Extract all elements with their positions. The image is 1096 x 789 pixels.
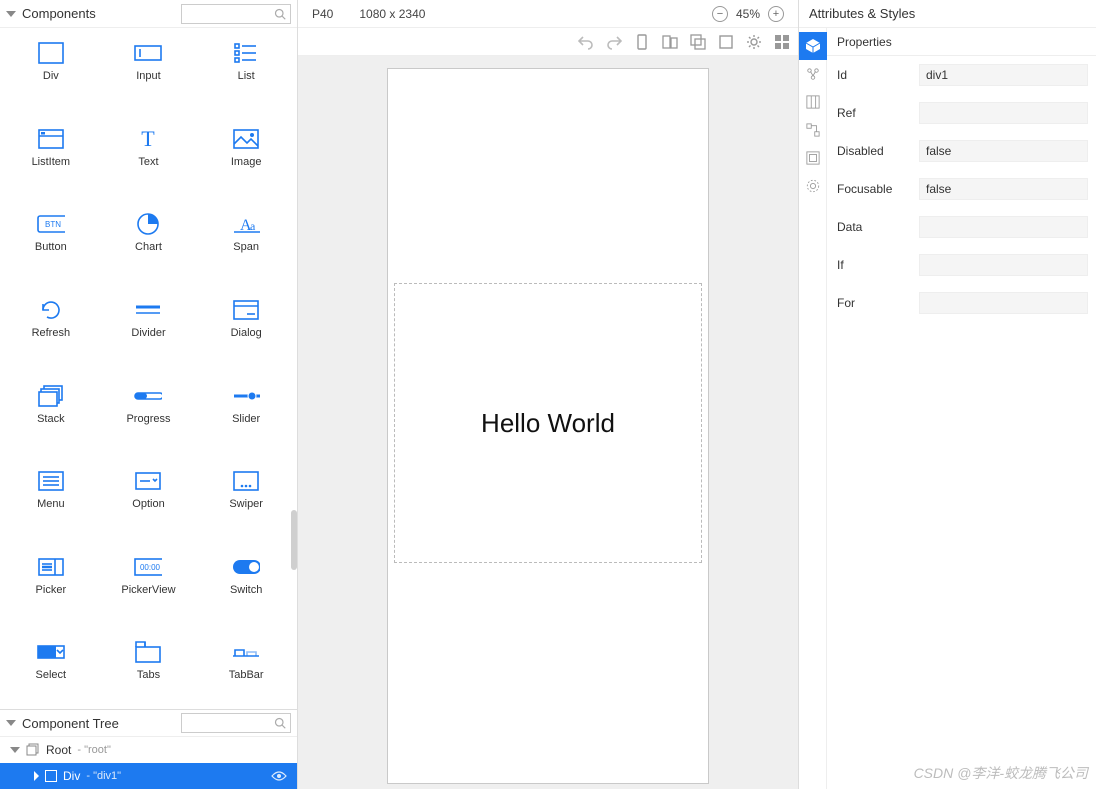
preview-text: Hello World <box>481 408 615 439</box>
prop-row-focusable: Focusable <box>837 178 1088 200</box>
tree-node-label: Div <box>63 769 80 783</box>
component-swiper[interactable]: Swiper <box>197 470 295 534</box>
component-switch[interactable]: Switch <box>197 556 295 620</box>
component-divider[interactable]: Divider <box>100 299 198 363</box>
component-span[interactable]: AaSpan <box>197 213 295 277</box>
component-chart[interactable]: Chart <box>100 213 198 277</box>
component-refresh[interactable]: Refresh <box>2 299 100 363</box>
canvas-stage[interactable]: Hello World <box>298 56 798 789</box>
component-option[interactable]: Option <box>100 470 198 534</box>
properties-list: Id Ref Disabled Focusable Data If For <box>827 56 1096 322</box>
components-header: Components <box>0 0 297 28</box>
device-name: P40 <box>312 7 333 21</box>
attributes-title: Attributes & Styles <box>799 0 1096 28</box>
component-menu[interactable]: Menu <box>2 470 100 534</box>
zoom-in-button[interactable]: + <box>768 6 784 22</box>
device-resolution: 1080 x 2340 <box>359 7 425 21</box>
zoom-level: 45% <box>736 7 760 21</box>
svg-text:BTN: BTN <box>45 220 61 229</box>
collapse-icon[interactable] <box>6 720 16 726</box>
component-button[interactable]: BTNButton <box>2 213 100 277</box>
tree-node-hint: - "div1" <box>86 770 121 782</box>
phone-icon[interactable] <box>634 34 650 50</box>
tab-advanced[interactable] <box>799 172 827 200</box>
component-listitem[interactable]: ListItem <box>2 128 100 192</box>
prop-input-if[interactable] <box>919 254 1088 276</box>
components-title: Components <box>22 6 96 21</box>
tab-link[interactable] <box>799 60 827 88</box>
selected-div-element[interactable]: Hello World <box>394 283 702 563</box>
components-panel: Components Div Input List ListItem TText… <box>0 0 298 789</box>
tree-node-label: Root <box>46 743 71 757</box>
brightness-icon[interactable] <box>746 34 762 50</box>
tree-row-root[interactable]: Root - "root" <box>0 737 297 763</box>
component-slider[interactable]: Slider <box>197 385 295 449</box>
svg-text:T: T <box>142 128 156 150</box>
collapse-icon[interactable] <box>6 11 16 17</box>
component-image[interactable]: Image <box>197 128 295 192</box>
prop-row-id: Id <box>837 64 1088 86</box>
device-frame[interactable]: Hello World <box>387 68 709 784</box>
chevron-down-icon <box>10 747 20 753</box>
search-icon <box>274 8 286 20</box>
square-icon[interactable] <box>718 34 734 50</box>
tab-border[interactable] <box>799 144 827 172</box>
layers-icon <box>26 743 40 757</box>
components-scrollbar[interactable] <box>291 510 297 570</box>
prop-input-data[interactable] <box>919 216 1088 238</box>
components-grid: Div Input List ListItem TText Image BTNB… <box>0 28 297 709</box>
undo-icon[interactable] <box>578 34 594 50</box>
component-progress[interactable]: Progress <box>100 385 198 449</box>
component-div[interactable]: Div <box>2 42 100 106</box>
prop-row-data: Data <box>837 216 1088 238</box>
prop-row-ref: Ref <box>837 102 1088 124</box>
tree-row-div[interactable]: Div - "div1" <box>0 763 297 789</box>
component-select[interactable]: Select <box>2 641 100 705</box>
canvas-area: P40 1080 x 2340 − 45% + Hello World <box>298 0 798 789</box>
component-tree: Root - "root" Div - "div1" <box>0 737 297 789</box>
component-stack[interactable]: Stack <box>2 385 100 449</box>
attributes-panel: Attributes & Styles Properties Id Ref Di… <box>798 0 1096 789</box>
tree-search[interactable] <box>181 713 291 733</box>
component-dialog[interactable]: Dialog <box>197 299 295 363</box>
tab-layout[interactable] <box>799 88 827 116</box>
svg-text:a: a <box>250 219 256 233</box>
svg-text:00:00: 00:00 <box>140 563 161 572</box>
prop-row-disabled: Disabled <box>837 140 1088 162</box>
canvas-topbar: P40 1080 x 2340 − 45% + <box>298 0 798 28</box>
tab-flow[interactable] <box>799 116 827 144</box>
attributes-mode-tabs <box>799 28 827 789</box>
components-search[interactable] <box>181 4 291 24</box>
box-icon <box>45 770 57 782</box>
visibility-icon[interactable] <box>271 770 287 782</box>
prop-row-for: For <box>837 292 1088 314</box>
zoom-out-button[interactable]: − <box>712 6 728 22</box>
component-pickerview[interactable]: 00:00PickerView <box>100 556 198 620</box>
devices-icon[interactable] <box>662 34 678 50</box>
component-tree-header: Component Tree <box>0 709 297 737</box>
prop-input-for[interactable] <box>919 292 1088 314</box>
chevron-right-icon <box>34 771 39 781</box>
settings-icon[interactable] <box>774 34 790 50</box>
component-tabbar[interactable]: TabBar <box>197 641 295 705</box>
tab-attributes[interactable] <box>799 32 827 60</box>
prop-input-focusable[interactable] <box>919 178 1088 200</box>
component-text[interactable]: TText <box>100 128 198 192</box>
prop-input-id[interactable] <box>919 64 1088 86</box>
component-tabs[interactable]: Tabs <box>100 641 198 705</box>
component-list[interactable]: List <box>197 42 295 106</box>
tree-node-hint: - "root" <box>77 744 110 756</box>
component-picker[interactable]: Picker <box>2 556 100 620</box>
redo-icon[interactable] <box>606 34 622 50</box>
properties-subtitle: Properties <box>827 28 1096 56</box>
prop-input-disabled[interactable] <box>919 140 1088 162</box>
prop-input-ref[interactable] <box>919 102 1088 124</box>
prop-row-if: If <box>837 254 1088 276</box>
overlay-icon[interactable] <box>690 34 706 50</box>
component-tree-title: Component Tree <box>22 716 119 731</box>
component-input[interactable]: Input <box>100 42 198 106</box>
canvas-toolbar <box>298 28 798 56</box>
search-icon <box>274 717 286 729</box>
